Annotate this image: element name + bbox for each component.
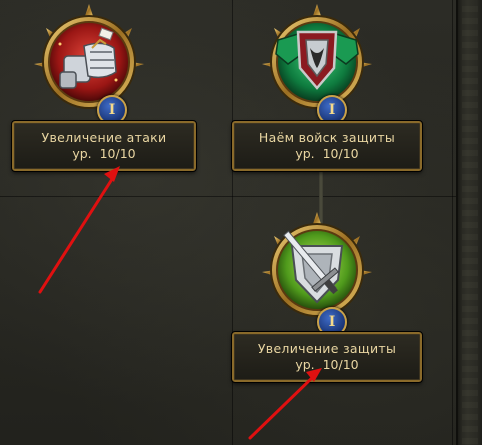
- red-arrow: [38, 174, 116, 294]
- red-arrow: [248, 374, 316, 440]
- arrow-head: [104, 166, 120, 182]
- annotation-arrows: [38, 166, 322, 440]
